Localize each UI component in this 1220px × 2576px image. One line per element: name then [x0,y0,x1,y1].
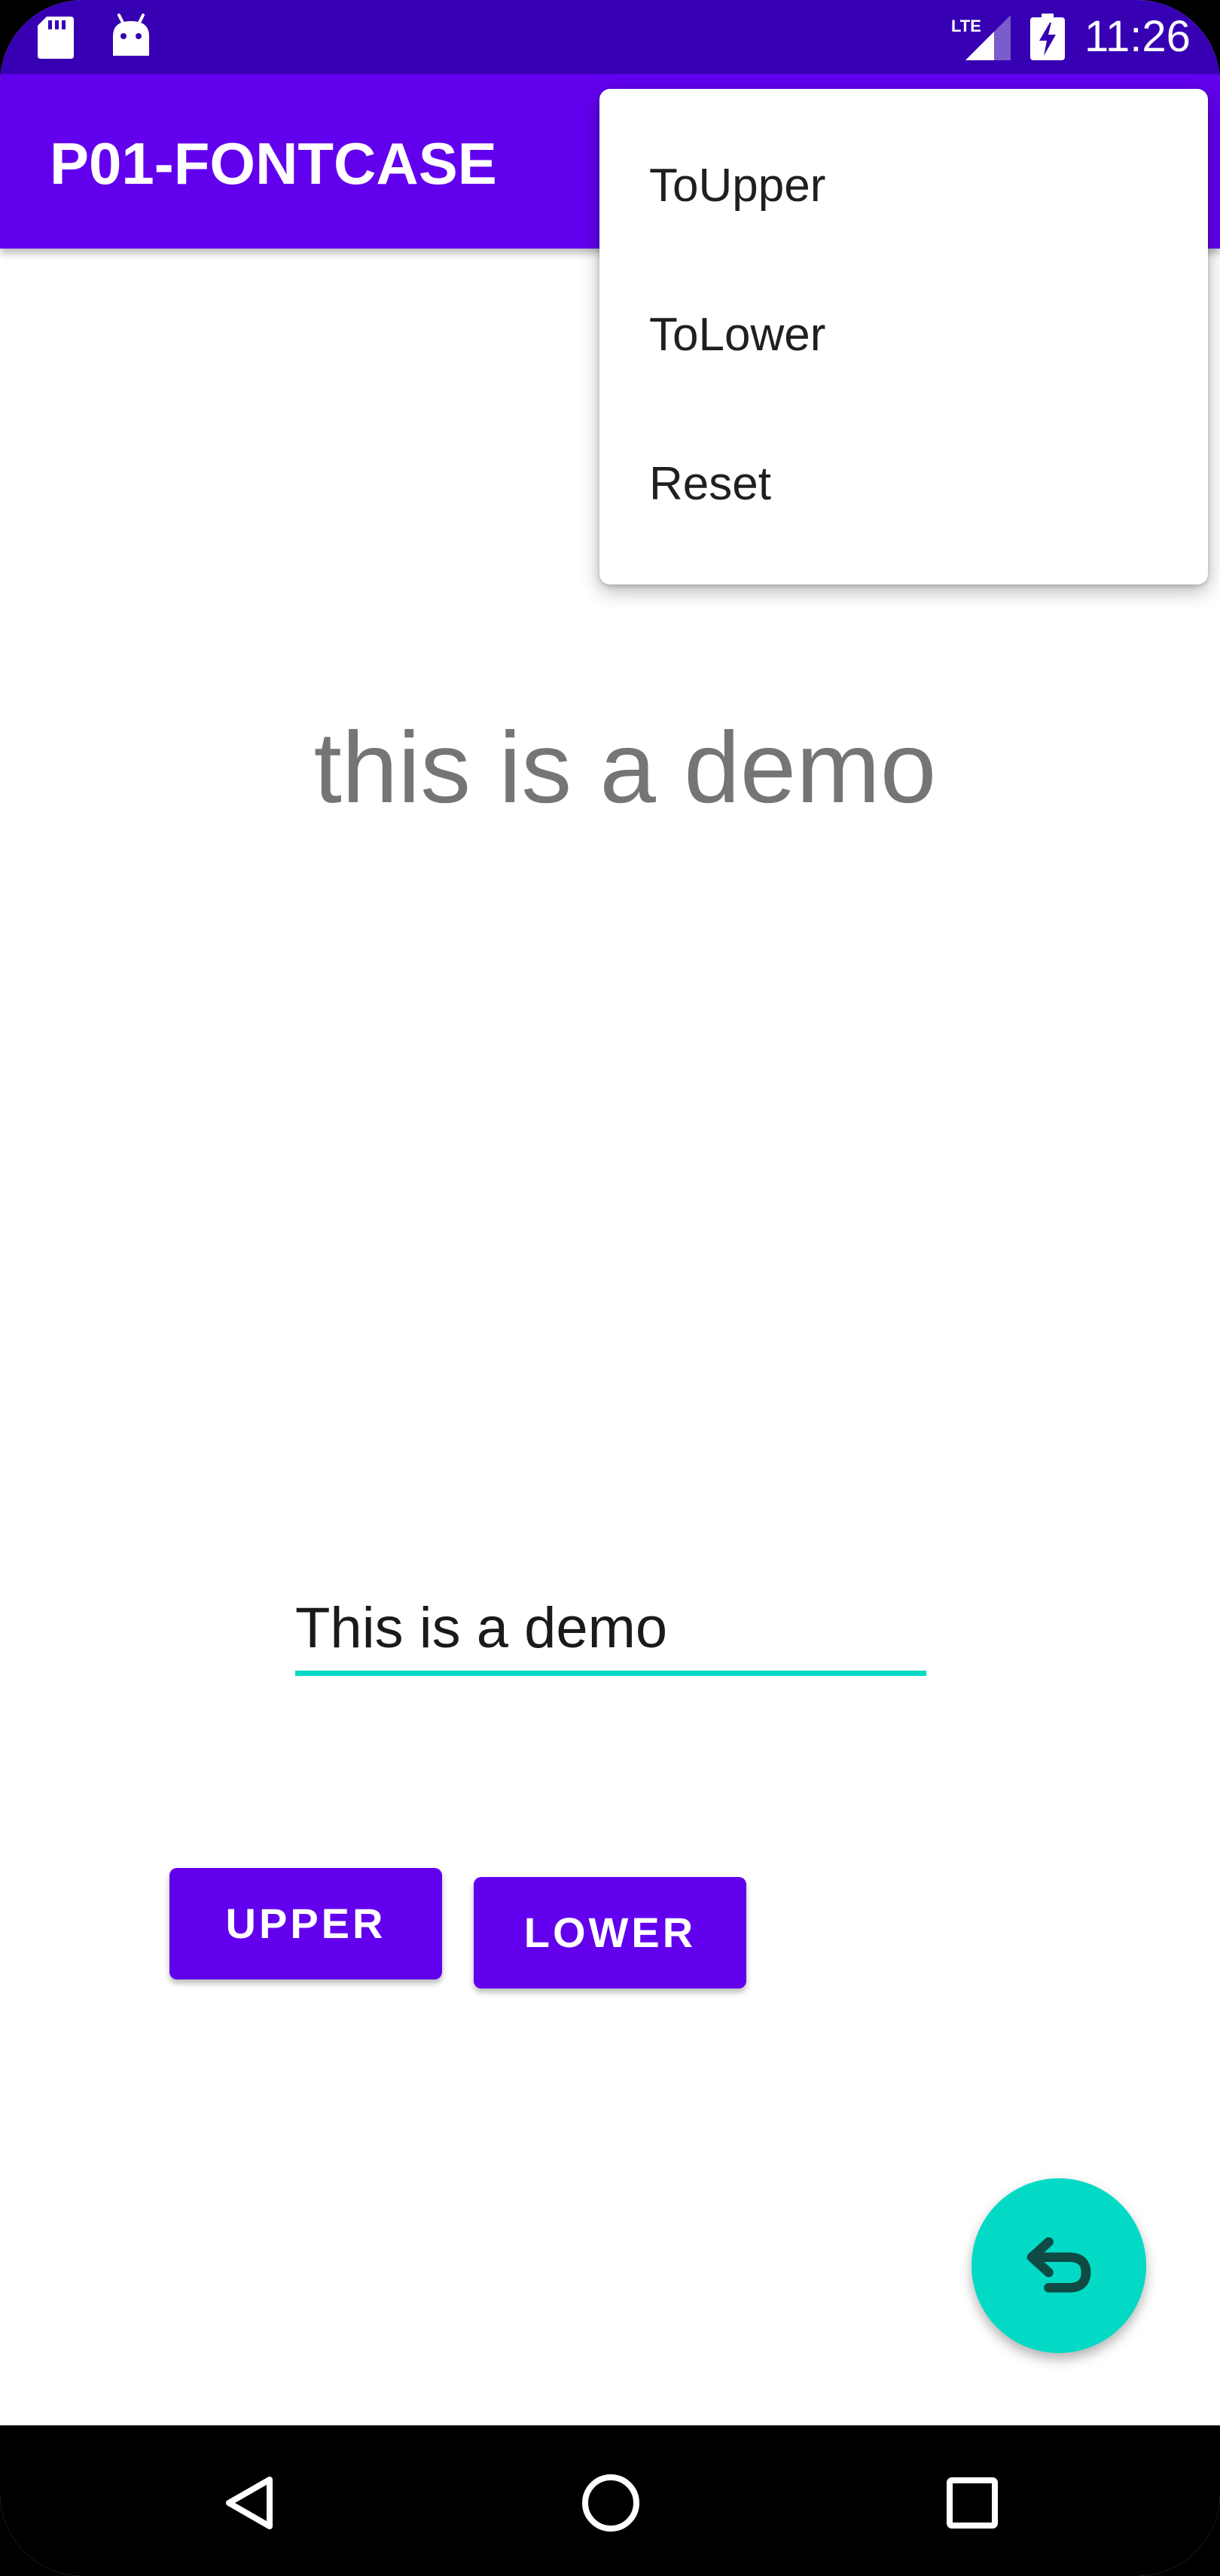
status-clock: 11:26 [1084,12,1191,61]
text-input-underline [295,1671,926,1676]
text-input-value[interactable]: This is a demo [295,1592,667,1665]
reset-fab[interactable] [971,2178,1146,2353]
menu-item-reset[interactable]: Reset [599,410,1208,559]
lower-button[interactable]: LOWER [474,1877,746,1988]
svg-text:LTE: LTE [951,17,981,35]
app-title: P01-FONTCASE [50,130,497,197]
undo-icon [1026,2237,1091,2293]
overflow-menu: ToUpper ToLower Reset [599,89,1208,584]
display-text: this is a demo [313,712,937,824]
sd-card-icon [38,17,74,59]
recents-icon[interactable] [931,2462,1014,2544]
back-icon[interactable] [208,2462,291,2544]
phone-screen: LTE 11:26 P01-FONTCASE this is a demo Th… [0,0,1220,2576]
upper-button[interactable]: UPPER [169,1868,442,1979]
battery-charging-icon [1030,14,1065,60]
android-icon [113,14,149,56]
home-icon[interactable] [569,2462,652,2544]
status-bar: LTE 11:26 [0,0,1220,74]
navigation-bar [0,2425,1220,2576]
text-input[interactable]: This is a demo [295,1582,926,1678]
menu-item-tolower[interactable]: ToLower [599,261,1208,410]
menu-item-toupper[interactable]: ToUpper [599,111,1208,261]
lte-signal-icon: LTE [951,15,1011,60]
